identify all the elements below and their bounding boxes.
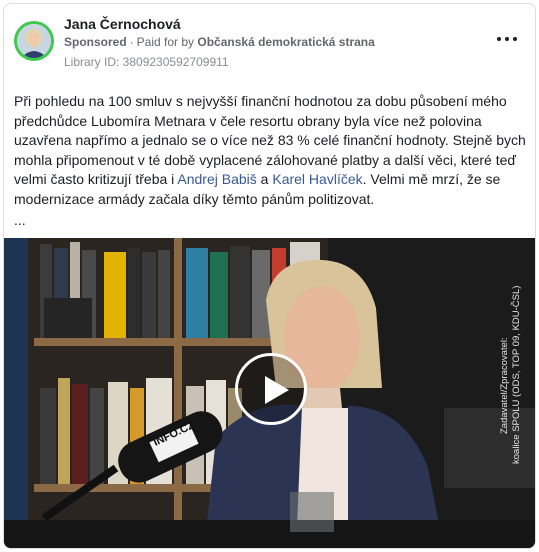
play-icon[interactable] — [235, 353, 307, 425]
post-text-part: a — [256, 171, 273, 188]
sponsored-label: Sponsored — [64, 35, 127, 49]
disclaimer-line: Zadavatel/Zpracovatel: — [499, 337, 510, 434]
video-player[interactable]: INFO.CZ Zadavatel/Zpracovatel: koalice S… — [4, 238, 535, 548]
mention-link[interactable]: Karel Havlíček — [272, 171, 362, 187]
disclaimer-text: Zadavatel/Zpracovatel: koalice SPOLU (OD… — [463, 282, 535, 482]
post-text: Při pohledu na 100 smluv s nejvyšší fina… — [14, 92, 529, 210]
separator-dot: · — [129, 35, 134, 49]
payer-name[interactable]: Občanská demokratická strana — [197, 35, 374, 49]
disclaimer-line: koalice SPOLU (ODS, TOP 09, KDU-ČSL) — [511, 285, 522, 464]
post-header: Jana Černochová Sponsored · Paid for by Ob… — [4, 4, 535, 76]
profile-photo-icon — [17, 24, 51, 58]
dot — [505, 37, 509, 41]
avatar[interactable] — [14, 21, 54, 61]
sponsored-line: Sponsored · Paid for by Občanská demokrati… — [64, 35, 375, 49]
library-id: Library ID: 3809230592709911 — [64, 55, 229, 69]
ad-card: Jana Černochová Sponsored · Paid for by Ob… — [3, 3, 536, 549]
dot — [513, 37, 517, 41]
paid-for-label: Paid for by — [136, 35, 195, 49]
dot — [497, 37, 501, 41]
more-options-icon[interactable] — [497, 34, 517, 44]
mention-link[interactable]: Andrej Babiš — [177, 171, 256, 187]
author-name[interactable]: Jana Černochová — [64, 16, 181, 32]
see-more-ellipsis[interactable]: ... — [14, 212, 26, 228]
